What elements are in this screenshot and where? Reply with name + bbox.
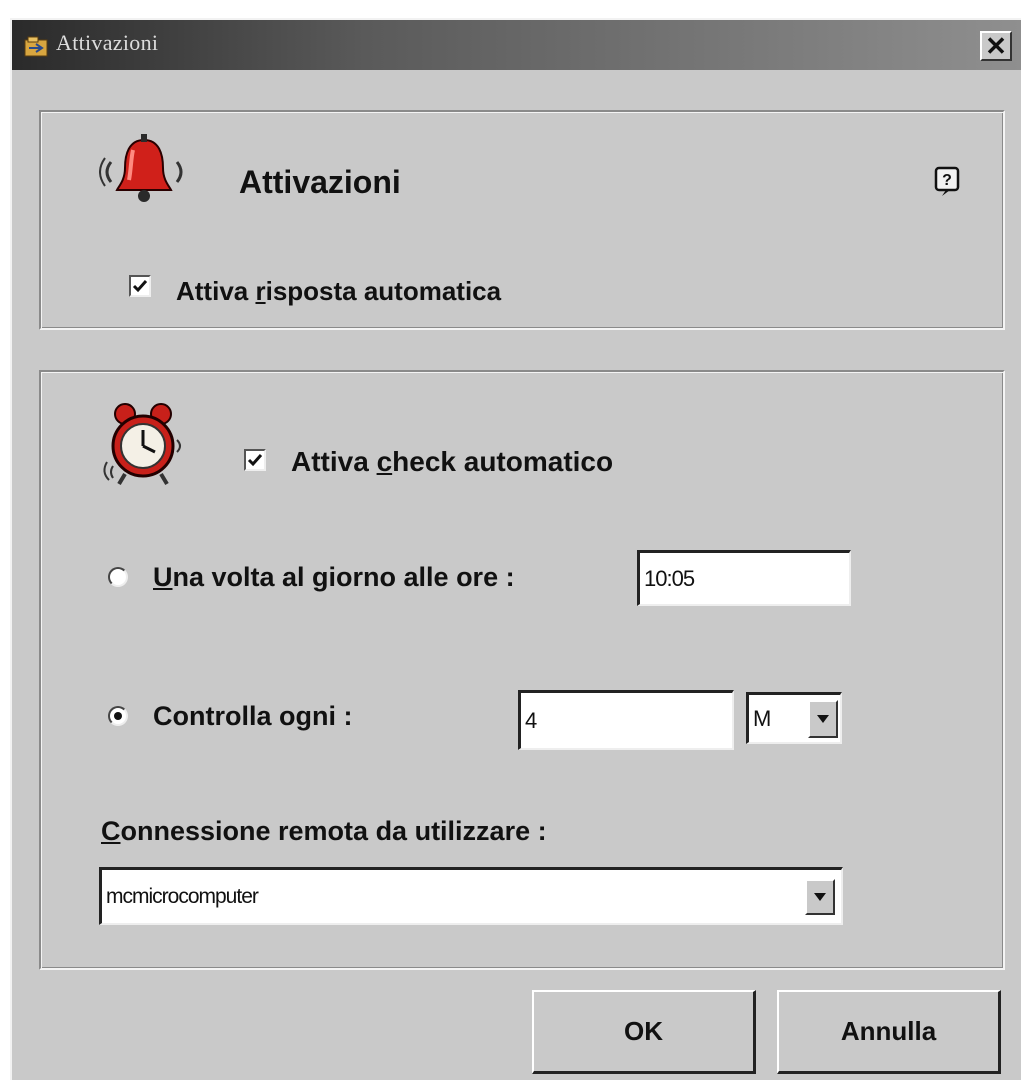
connection-label: Connessione remota da utilizzare :: [101, 816, 547, 846]
auto-check-checkbox[interactable]: [244, 449, 266, 471]
connection-dropdown-button[interactable]: [805, 879, 835, 915]
chevron-down-icon: [814, 893, 826, 901]
app-icon: [24, 36, 50, 58]
check-every-unit-select[interactable]: M: [746, 692, 842, 744]
once-daily-time-input[interactable]: 10:05: [637, 550, 851, 606]
close-icon: ✕: [985, 31, 1007, 61]
connection-select[interactable]: mcmicrocomputer: [99, 867, 843, 925]
radio-selected-dot: [114, 712, 122, 720]
cancel-button[interactable]: Annulla: [777, 990, 1001, 1074]
svg-text:?: ?: [942, 172, 952, 189]
window-title: Attivazioni: [56, 30, 159, 55]
check-every-input[interactable]: 4: [518, 690, 734, 750]
once-daily-label[interactable]: Una volta al giorno alle ore :: [153, 562, 515, 593]
connection-value: mcmicrocomputer: [99, 867, 843, 925]
checkmark-icon: [247, 454, 263, 467]
auto-check-groupbox: Attiva check automatico Una volta al gio…: [39, 370, 1005, 970]
once-daily-radio[interactable]: [108, 567, 128, 587]
check-every-radio[interactable]: [108, 706, 128, 726]
checkmark-icon: [132, 280, 148, 293]
unit-dropdown-button[interactable]: [808, 700, 838, 738]
title-bar[interactable]: Attivazioni ✕: [12, 20, 1021, 70]
auto-check-label[interactable]: Attiva check automatico: [291, 446, 613, 478]
close-button[interactable]: ✕: [980, 31, 1012, 61]
ok-button[interactable]: OK: [532, 990, 756, 1074]
auto-reply-checkbox[interactable]: [129, 275, 151, 297]
alarm-clock-icon: [99, 400, 189, 495]
dialog-window: Attivazioni ✕ Attivazioni ? Attiva rispo…: [10, 18, 1021, 1080]
activation-groupbox: Attivazioni ? Attiva risposta automatica: [39, 110, 1005, 330]
chevron-down-icon: [817, 715, 829, 723]
help-icon[interactable]: ?: [934, 166, 962, 203]
auto-reply-label[interactable]: Attiva risposta automatica: [176, 276, 501, 307]
header-title: Attivazioni: [239, 164, 401, 200]
bell-icon: [99, 132, 189, 215]
check-every-label[interactable]: Controlla ogni :: [153, 701, 352, 732]
